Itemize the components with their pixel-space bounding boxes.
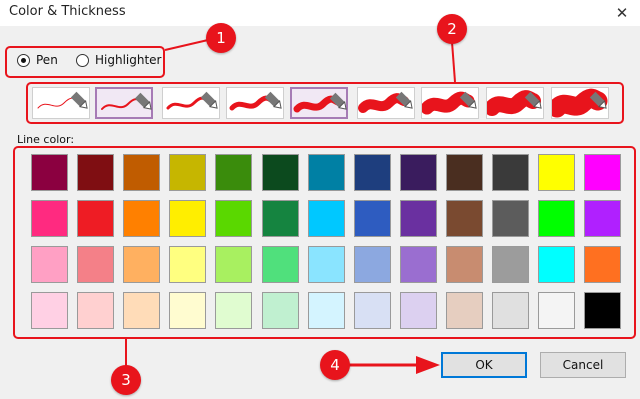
callout-3-marker: 3 bbox=[111, 365, 141, 395]
callout-connectors bbox=[125, 39, 456, 374]
ok-button[interactable]: OK bbox=[441, 352, 527, 378]
cancel-button[interactable]: Cancel bbox=[540, 352, 626, 378]
callout-2-marker: 2 bbox=[437, 14, 467, 44]
callout-4-marker: 4 bbox=[320, 350, 350, 380]
callout-1-marker: 1 bbox=[206, 23, 236, 53]
